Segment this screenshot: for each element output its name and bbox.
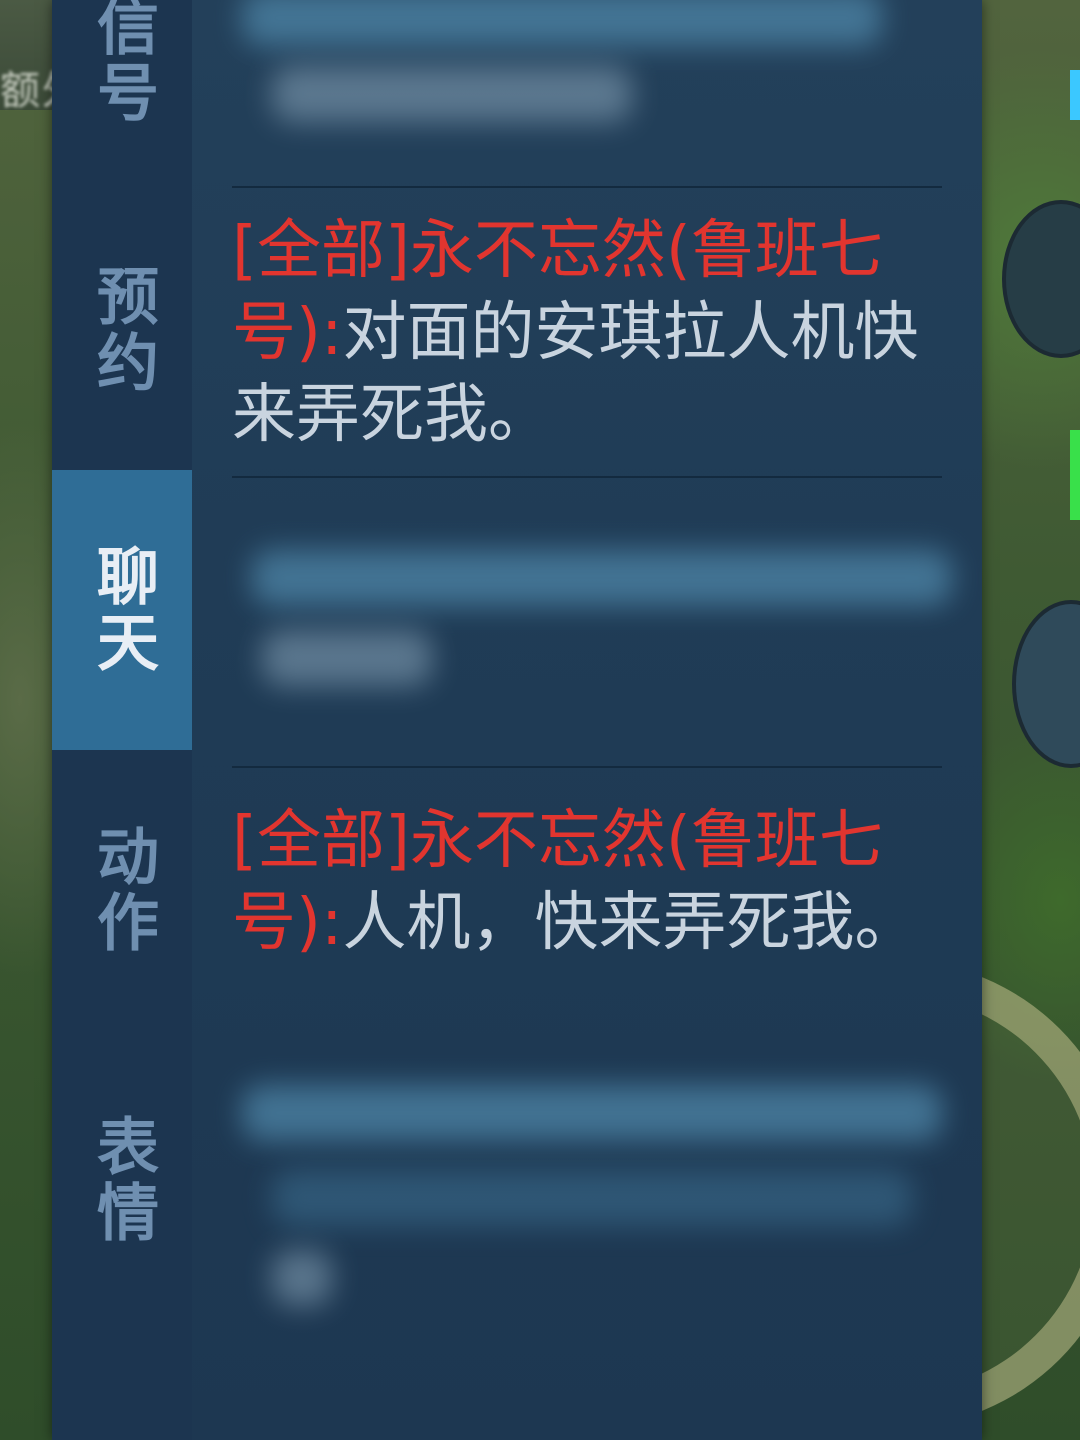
chat-message: [全部]永不忘然(鲁班七号):人机，快来弄死我。 — [232, 800, 932, 964]
message-separator: : — [320, 886, 343, 960]
blurred-message-line — [262, 630, 432, 686]
message-list[interactable]: [全部]永不忘然(鲁班七号):对面的安琪拉人机快来弄死我。 [全部]永不忘然(鲁… — [232, 0, 952, 1440]
message-text: 人机，快来弄死我。 — [342, 886, 919, 960]
message-divider — [232, 766, 942, 768]
tab-signal[interactable]: 信号 — [52, 0, 192, 160]
tab-chat-label: 聊天 — [86, 544, 159, 676]
message-channel: [全部] — [232, 804, 410, 878]
tab-reserve[interactable]: 预约 — [52, 230, 192, 430]
tab-action[interactable]: 动作 — [52, 790, 192, 990]
message-separator: : — [320, 296, 343, 370]
tab-signal-label: 信号 — [86, 0, 159, 126]
blurred-message-line — [272, 1170, 912, 1226]
blurred-message-line — [242, 0, 882, 46]
message-channel: [全部] — [232, 214, 410, 288]
tab-action-label: 动作 — [86, 824, 159, 956]
blurred-message-line — [252, 550, 952, 606]
message-divider — [232, 186, 942, 188]
tab-reserve-label: 预约 — [86, 264, 159, 396]
blurred-message-line — [242, 1085, 942, 1141]
message-divider — [232, 476, 942, 478]
chat-panel: 信号 预约 聊天 动作 表情 [全部]永不忘然(鲁班七号):对面的安琪拉人机快来… — [52, 0, 982, 1440]
chat-message: [全部]永不忘然(鲁班七号):对面的安琪拉人机快来弄死我。 — [232, 210, 932, 456]
blurred-message-line — [272, 66, 632, 122]
tab-emote-label: 表情 — [86, 1114, 159, 1246]
tab-chat[interactable]: 聊天 — [52, 470, 192, 750]
hud-indicator-green — [1070, 430, 1080, 520]
tab-column: 信号 预约 聊天 动作 表情 — [52, 0, 192, 1440]
tab-emote[interactable]: 表情 — [52, 1080, 192, 1280]
hud-indicator-blue — [1070, 70, 1080, 120]
blurred-message-line — [272, 1250, 332, 1306]
